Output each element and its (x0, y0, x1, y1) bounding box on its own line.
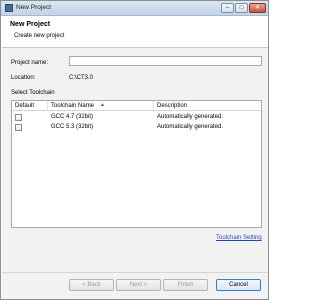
maximize-button[interactable]: □ (235, 3, 248, 13)
toolchain-name-cell: GCC 5.3 (32bit) (51, 124, 94, 130)
window-title: New Project (16, 4, 52, 11)
close-button[interactable]: × (249, 3, 266, 13)
column-header-toolchain-name[interactable]: Toolchain Name ▲ (48, 101, 154, 111)
column-header-description[interactable]: Description (154, 101, 261, 111)
back-button[interactable]: < Back (69, 279, 114, 291)
page-subtitle: Create new project (14, 33, 65, 39)
select-toolchain-label: Select Toolchain (11, 90, 55, 96)
toolchain-name-cell: GCC 4.7 (32bit) (51, 114, 94, 120)
default-checkbox[interactable] (15, 124, 22, 131)
dialog-body: Project name: Location: C:\CT3.0 Select … (2, 48, 268, 272)
table-header: Default Toolchain Name ▲ Description (12, 101, 261, 111)
title-bar[interactable]: New Project – □ × (1, 1, 268, 16)
page-title: New Project (10, 21, 51, 28)
minimize-button[interactable]: – (221, 3, 234, 13)
finish-button[interactable]: Finish (163, 279, 208, 291)
project-name-label: Project name: (11, 60, 49, 66)
app-icon (5, 4, 13, 12)
location-value: C:\CT3.0 (69, 75, 94, 81)
table-row[interactable]: GCC 4.7 (32bit) Automatically generated. (12, 112, 261, 122)
table-row[interactable]: GCC 5.3 (32bit) Automatically generated. (12, 122, 261, 132)
column-header-label: Toolchain Name (51, 103, 95, 109)
toolchain-table: Default Toolchain Name ▲ Description GCC… (11, 100, 262, 228)
description-cell: Automatically generated. (157, 124, 224, 130)
column-header-default[interactable]: Default (12, 101, 48, 111)
sort-ascending-icon: ▲ (100, 102, 105, 108)
description-cell: Automatically generated. (157, 114, 224, 120)
project-name-input[interactable] (69, 56, 262, 66)
cancel-button[interactable]: Cancel (216, 279, 261, 291)
default-checkbox[interactable] (15, 114, 22, 121)
location-label: Location: (11, 75, 36, 81)
dialog-footer: < Back Next > Finish Cancel (2, 272, 268, 299)
dialog-header: New Project Create new project (2, 17, 268, 48)
toolchain-setting-link[interactable]: Toolchain Setting (216, 235, 262, 241)
new-project-dialog: New Project – □ × New Project Create new… (0, 0, 269, 300)
next-button[interactable]: Next > (116, 279, 161, 291)
